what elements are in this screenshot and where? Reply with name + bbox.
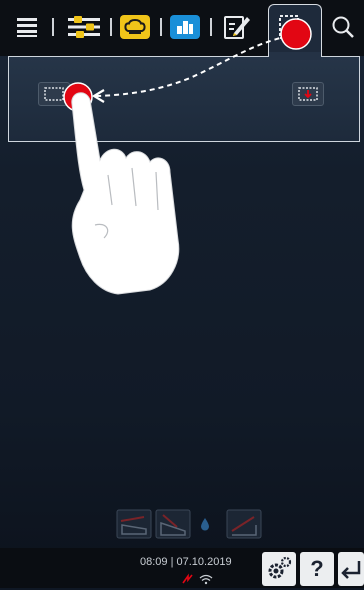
- pointing-hand-icon: [71, 92, 180, 295]
- drag-start-marker: [280, 18, 312, 50]
- gesture-overlay: [63, 18, 312, 295]
- screen: 08:09 | 07.10.2019 ?: [0, 0, 364, 588]
- drag-path: [95, 35, 289, 97]
